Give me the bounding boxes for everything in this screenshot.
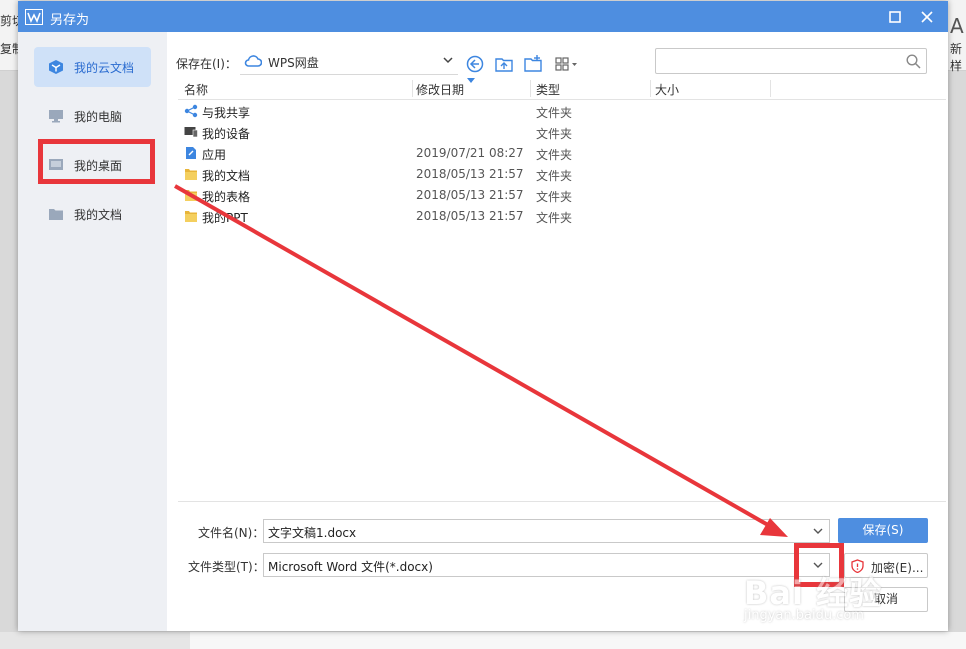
column-divider <box>412 80 413 97</box>
file-list-header: 名称 修改日期 类型 大小 <box>178 78 946 100</box>
save-button[interactable]: 保存(S) <box>838 518 928 543</box>
save-as-dialog: 另存为 我的云文档 我的电脑 我的桌面 我的文档 保存在(I)： WPS网盘 名… <box>18 1 948 631</box>
sort-desc-icon <box>467 78 475 83</box>
save-in-label: 保存在(I)： <box>176 57 237 71</box>
location-value: WPS网盘 <box>268 56 319 70</box>
file-date: 2018/05/13 21:57 <box>416 188 524 202</box>
folder-icon <box>185 190 197 201</box>
device-icon <box>184 127 198 138</box>
divider <box>178 501 946 502</box>
sidebar-item-label: 我的云文档 <box>74 61 135 75</box>
search-input[interactable] <box>660 52 904 72</box>
sidebar-item-label: 我的文档 <box>74 208 123 222</box>
annotation-highlight-desktop <box>38 139 155 184</box>
column-divider <box>530 80 531 97</box>
app-file-icon <box>186 147 196 159</box>
file-date: 2018/05/13 21:57 <box>416 209 524 223</box>
column-header-name[interactable]: 名称 <box>184 81 208 98</box>
file-row[interactable]: 我的表格 2018/05/13 21:57 文件夹 <box>178 185 946 206</box>
file-type: 文件夹 <box>536 169 573 183</box>
file-row[interactable]: 我的设备 文件夹 <box>178 122 946 143</box>
chevron-down-icon <box>443 57 453 64</box>
file-row[interactable]: 与我共享 文件夹 <box>178 101 946 122</box>
new-folder-icon[interactable] <box>523 54 543 74</box>
file-type: 文件夹 <box>536 211 573 225</box>
file-name: 我的表格 <box>202 190 251 204</box>
wps-logo-icon <box>25 9 43 25</box>
maximize-icon[interactable] <box>884 6 906 28</box>
filename-field[interactable]: 文字文稿1.docx <box>263 519 830 543</box>
column-header-date[interactable]: 修改日期 <box>416 81 464 98</box>
folder-icon <box>49 209 63 220</box>
up-folder-icon[interactable] <box>494 54 514 74</box>
file-type: 文件夹 <box>536 106 573 120</box>
file-type: 文件夹 <box>536 148 573 162</box>
file-name: 应用 <box>202 148 227 162</box>
sidebar-item-computer[interactable]: 我的电脑 <box>34 96 151 136</box>
filetype-label: 文件类型(T)： <box>188 560 265 574</box>
folder-icon <box>185 211 197 222</box>
dialog-title: 另存为 <box>50 13 90 28</box>
search-box[interactable] <box>655 48 927 74</box>
filetype-value: Microsoft Word 文件(*.docx) <box>268 560 433 574</box>
close-icon[interactable] <box>916 6 938 28</box>
background-page <box>190 632 966 649</box>
column-divider <box>770 80 771 97</box>
back-icon[interactable] <box>465 54 485 74</box>
chevron-down-icon[interactable] <box>807 520 829 542</box>
dialog-titlebar: 另存为 <box>18 1 948 32</box>
computer-icon <box>49 110 63 123</box>
sidebar-item-label: 我的电脑 <box>74 110 123 124</box>
column-divider <box>650 80 651 97</box>
file-row[interactable]: 我的PPT 2018/05/13 21:57 文件夹 <box>178 206 946 227</box>
folder-icon <box>185 169 197 180</box>
background-font-label: A <box>950 14 964 38</box>
column-header-type[interactable]: 类型 <box>536 81 560 98</box>
file-row[interactable]: 应用 2019/07/21 08:27 文件夹 <box>178 143 946 164</box>
file-date: 2018/05/13 21:57 <box>416 167 524 181</box>
file-list: 与我共享 文件夹 我的设备 文件夹 应用 2019/07/21 08:27 文件… <box>178 100 946 500</box>
file-name: 与我共享 <box>202 106 251 120</box>
file-type: 文件夹 <box>536 127 573 141</box>
file-date: 2019/07/21 08:27 <box>416 146 524 160</box>
sidebar: 我的云文档 我的电脑 我的桌面 我的文档 <box>18 32 167 631</box>
cloud-doc-icon <box>49 60 63 74</box>
file-name: 我的文档 <box>202 169 251 183</box>
cloud-icon <box>244 55 262 67</box>
watermark-subtext: jingyan.baidu.com <box>744 608 864 623</box>
view-menu-icon[interactable] <box>554 54 580 74</box>
filename-label: 文件名(N)： <box>198 526 265 540</box>
sidebar-item-cloud-docs[interactable]: 我的云文档 <box>34 47 151 87</box>
share-icon <box>184 104 198 118</box>
background-new-style-label: 新样 <box>950 42 963 73</box>
file-name: 我的PPT <box>202 211 248 225</box>
file-name: 我的设备 <box>202 127 251 141</box>
file-row[interactable]: 我的文档 2018/05/13 21:57 文件夹 <box>178 164 946 185</box>
column-header-size[interactable]: 大小 <box>655 81 679 98</box>
filename-value: 文字文稿1.docx <box>268 526 357 540</box>
baidu-watermark: Bai 经验 jingyan.baidu.com <box>738 560 966 630</box>
location-select[interactable]: WPS网盘 <box>240 48 458 75</box>
sidebar-item-my-docs[interactable]: 我的文档 <box>34 194 151 234</box>
file-type: 文件夹 <box>536 190 573 204</box>
search-icon[interactable] <box>906 54 921 69</box>
